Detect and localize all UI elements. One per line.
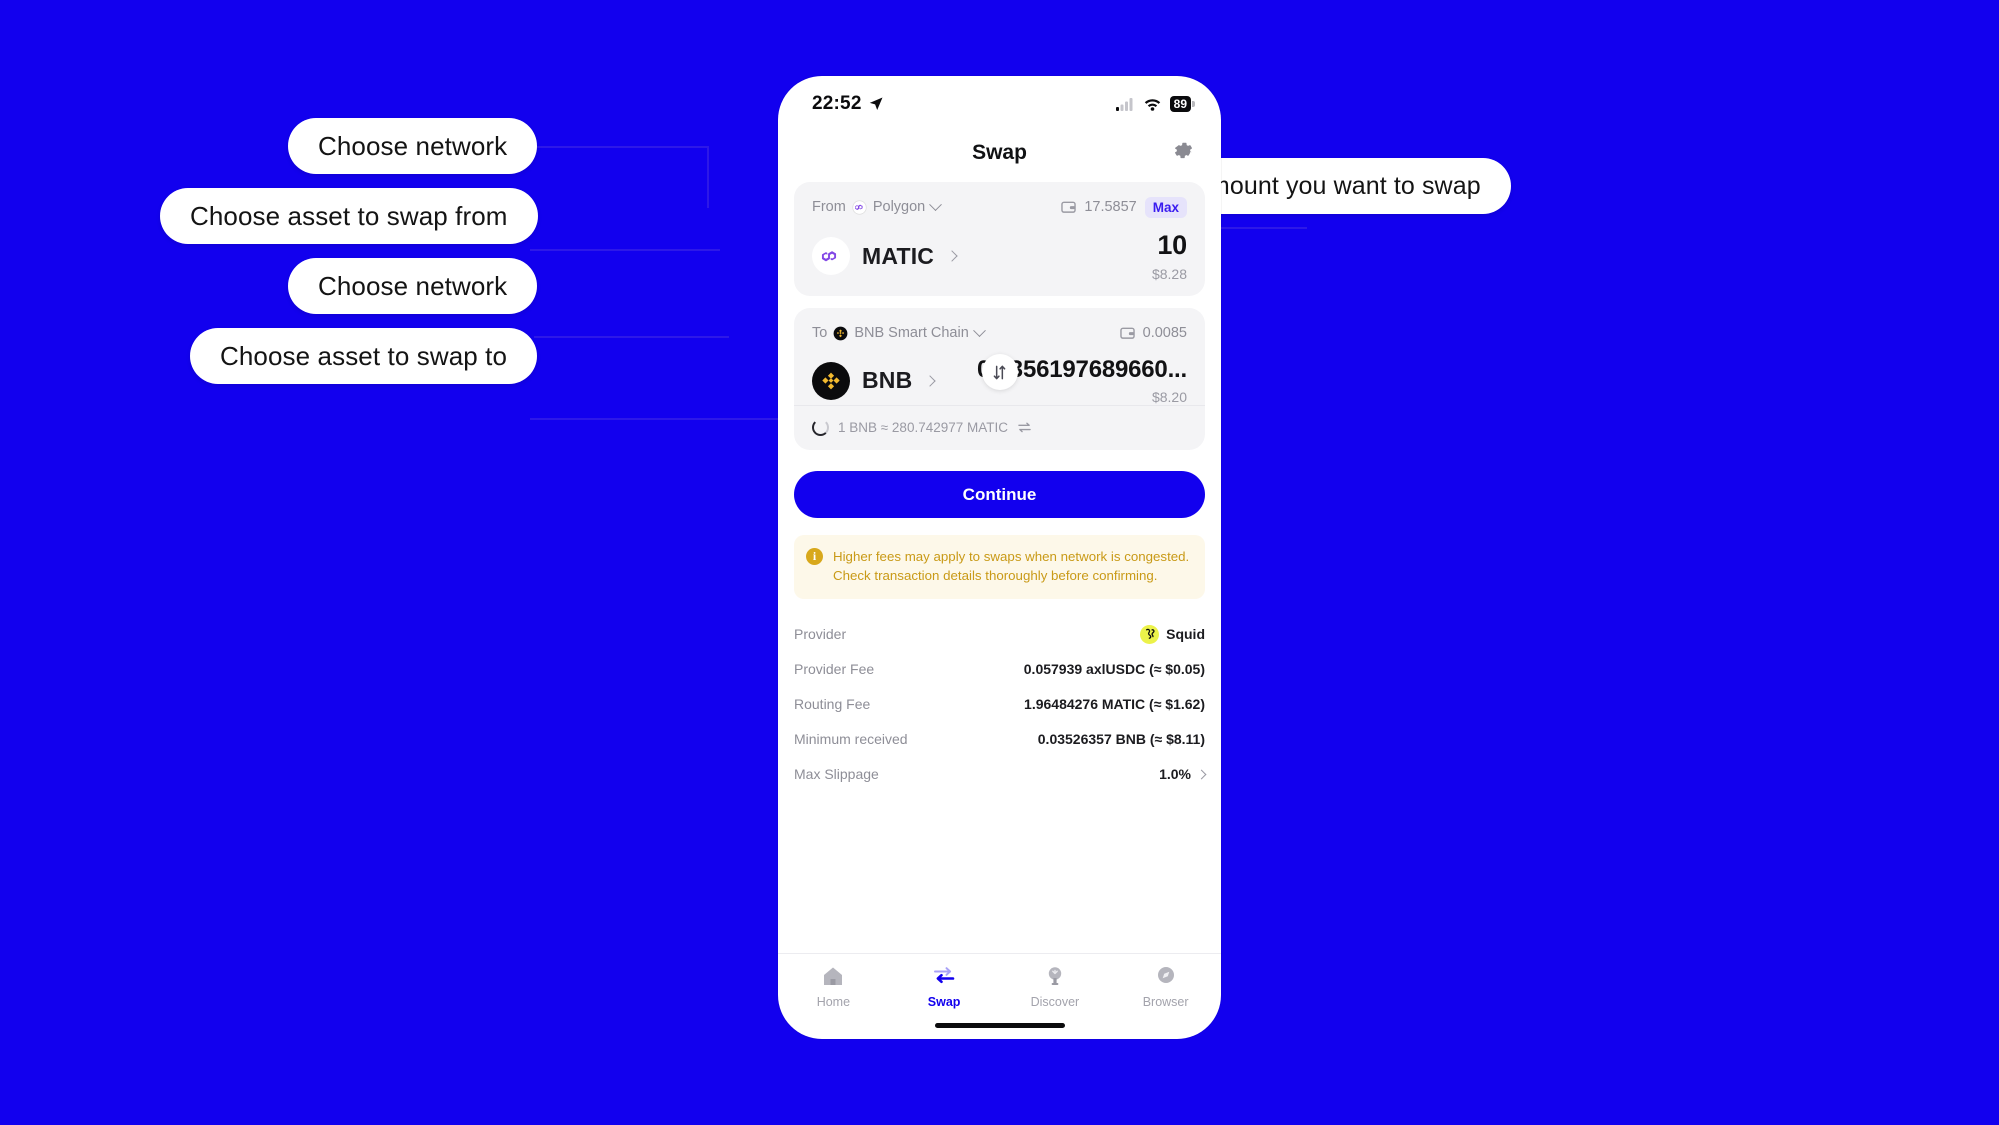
- connector-line-choose-network-to: [534, 336, 729, 338]
- detail-key: Max Slippage: [794, 766, 879, 783]
- polygon-network-icon: [852, 199, 867, 215]
- tab-label: Browser: [1142, 995, 1189, 1009]
- detail-value: 0.057939 axlUSDC (≈ $0.05): [1023, 661, 1205, 678]
- from-panel: From Polygon 17.5857 Max MATIC 10 $8.28: [794, 182, 1205, 296]
- callout-choose-asset-from: Choose asset to swap from: [160, 188, 538, 244]
- callout-text: Choose network: [318, 270, 508, 301]
- detail-row-minimum-received: Minimum received 0.03526357 BNB (≈ $8.11…: [794, 722, 1205, 757]
- from-amount-input[interactable]: 10: [1152, 230, 1187, 261]
- chevron-down-icon: [972, 323, 986, 337]
- swap-arrows-icon: [934, 967, 955, 984]
- home-indicator: [934, 1023, 1065, 1028]
- from-asset-symbol: MATIC: [862, 242, 935, 269]
- callout-text: Choose network: [318, 130, 508, 161]
- from-balance: 17.5857: [1084, 199, 1137, 215]
- status-time: 22:52: [812, 93, 862, 114]
- callout-text: Choose asset to swap to: [220, 340, 508, 371]
- from-asset-selector[interactable]: MATIC: [812, 237, 958, 275]
- connector-line-choose-asset-from: [530, 249, 720, 251]
- home-icon: [824, 967, 843, 985]
- detail-row-provider: Provider Squid: [794, 617, 1205, 652]
- to-network-name: BNB Smart Chain: [854, 325, 969, 341]
- loading-spinner-icon: [812, 419, 829, 436]
- bnb-coin-icon: [812, 361, 850, 400]
- connector-line-choose-network-from-vertical: [707, 146, 709, 208]
- to-asset-selector[interactable]: BNB: [812, 361, 937, 400]
- max-button[interactable]: Max: [1144, 196, 1187, 218]
- bnb-network-icon: [833, 326, 848, 340]
- tab-label: Discover: [1030, 995, 1080, 1009]
- callout-text: Choose asset to swap from: [190, 200, 508, 231]
- transaction-details: Provider Squid Provider Fee 0.057939 axl…: [778, 617, 1221, 792]
- location-arrow-icon: [869, 97, 883, 110]
- to-asset-symbol: BNB: [862, 367, 913, 393]
- detail-key: Provider Fee: [794, 661, 875, 678]
- swap-direction-toggle[interactable]: [981, 354, 1018, 390]
- callout-choose-network-from: Choose network: [288, 118, 538, 174]
- swap-section: From Polygon 17.5857 Max MATIC 10 $8.28 …: [778, 182, 1221, 450]
- wallet-icon: [1061, 201, 1077, 213]
- chevron-right-icon: [924, 374, 937, 387]
- exchange-rate-row[interactable]: 1 BNB ≈ 280.742977 MATIC: [794, 405, 1205, 450]
- detail-row-routing-fee: Routing Fee 1.96484276 MATIC (≈ $1.62): [794, 687, 1205, 722]
- fee-warning-text: Higher fees may apply to swaps when netw…: [833, 549, 1190, 584]
- tab-discover[interactable]: Discover: [1000, 964, 1111, 1009]
- exchange-rate-text: 1 BNB ≈ 280.742977 MATIC: [838, 420, 1008, 435]
- chevron-right-icon: [1196, 769, 1207, 779]
- fee-warning-banner: i Higher fees may apply to swaps when ne…: [794, 535, 1205, 599]
- from-network-selector[interactable]: From Polygon: [812, 197, 943, 215]
- swap-vertical-arrows-icon: [993, 365, 1006, 379]
- status-bar: 22:52 89: [778, 76, 1221, 124]
- compass-icon: [1157, 967, 1174, 983]
- to-balance: 0.0085: [1142, 325, 1187, 341]
- to-label: To: [812, 325, 828, 341]
- to-network-selector[interactable]: To BNB Smart Chain: [812, 323, 986, 341]
- detail-row-provider-fee: Provider Fee 0.057939 axlUSDC (≈ $0.05): [794, 652, 1205, 687]
- tab-swap[interactable]: Swap: [889, 964, 1000, 1009]
- from-label: From: [812, 199, 846, 215]
- page-title: Swap: [972, 141, 1027, 164]
- switch-rate-icon[interactable]: [1017, 421, 1032, 434]
- detail-key: Routing Fee: [794, 696, 871, 713]
- squid-logo-icon: [1140, 624, 1160, 644]
- detail-value: Squid: [1140, 624, 1205, 644]
- continue-button[interactable]: Continue: [794, 471, 1205, 518]
- detail-value: 0.03526357 BNB (≈ $8.11): [1037, 731, 1205, 748]
- from-network-name: Polygon: [872, 199, 926, 215]
- connector-line-choose-network-from: [534, 146, 709, 148]
- phone-frame: 22:52 89 Swap From Polygon 17.5857 Max M…: [778, 76, 1221, 1039]
- tab-browser[interactable]: Browser: [1110, 964, 1221, 1009]
- detail-key: Provider: [794, 626, 847, 643]
- gear-icon[interactable]: [1171, 139, 1195, 168]
- tab-label: Home: [816, 995, 851, 1009]
- app-header: Swap: [778, 124, 1221, 182]
- lightbulb-icon: [1048, 967, 1062, 985]
- cellular-signal-icon: [1115, 98, 1133, 111]
- callout-choose-asset-to: Choose asset to swap to: [190, 328, 538, 384]
- chevron-right-icon: [946, 250, 958, 262]
- detail-value: 1.96484276 MATIC (≈ $1.62): [1024, 696, 1205, 713]
- from-usd-value: $8.28: [1151, 266, 1187, 282]
- tab-home[interactable]: Home: [778, 964, 889, 1009]
- detail-key: Minimum received: [794, 731, 908, 748]
- info-circle-icon: i: [806, 548, 823, 565]
- matic-coin-icon: [812, 237, 850, 275]
- provider-name: Squid: [1166, 626, 1205, 643]
- wifi-icon: [1144, 99, 1160, 111]
- detail-row-max-slippage[interactable]: Max Slippage 1.0%: [794, 757, 1207, 792]
- tab-label: Swap: [927, 995, 961, 1009]
- wallet-icon: [1119, 327, 1135, 339]
- callout-choose-network-to: Choose network: [288, 258, 538, 314]
- detail-value: 1.0%: [1159, 766, 1207, 783]
- max-slippage-value: 1.0%: [1159, 766, 1191, 783]
- status-battery: 89: [1169, 96, 1196, 112]
- chevron-down-icon: [929, 197, 943, 211]
- to-usd-value: $8.20: [1151, 389, 1187, 405]
